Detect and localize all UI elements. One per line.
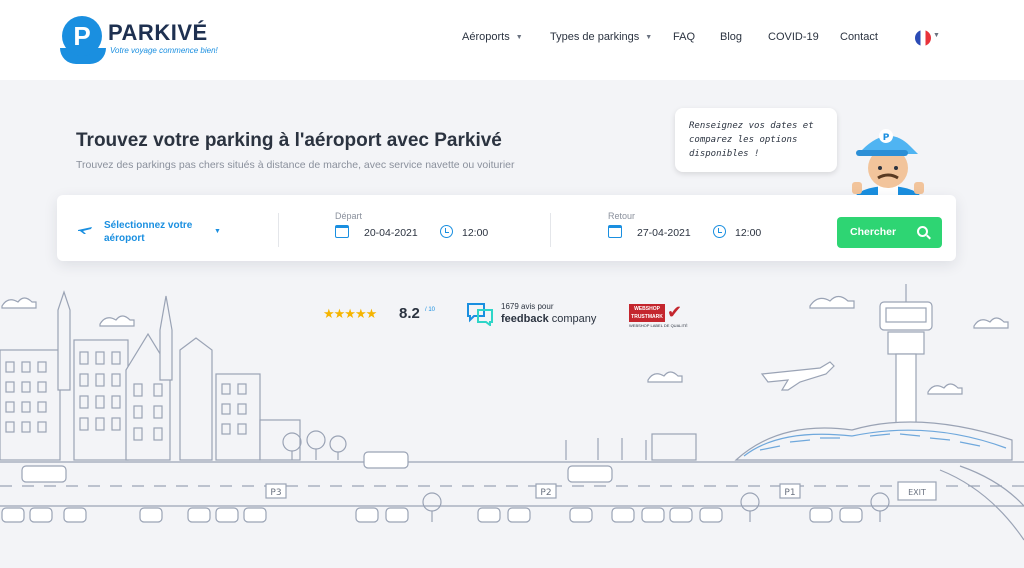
airplane-icon <box>78 227 92 234</box>
departure-time-input[interactable]: 12:00 <box>462 227 488 239</box>
departure-date-input[interactable]: 20-04-2021 <box>364 227 418 239</box>
nav-item-label: Aéroports <box>462 31 510 43</box>
svg-text:P: P <box>883 133 890 143</box>
page-subtitle: Trouvez des parkings pas chers situés à … <box>76 159 515 171</box>
field-divider <box>278 213 279 247</box>
parkive-logo[interactable]: P PARKIVÉ Votre voyage commence bien! <box>58 14 218 70</box>
search-icon <box>917 226 928 237</box>
language-selector[interactable]: ▼ <box>913 28 940 48</box>
return-label: Retour <box>608 211 636 221</box>
brand-tagline: Votre voyage commence bien! <box>110 46 218 55</box>
parking-sign-p2: P2 <box>540 488 551 498</box>
search-button-label: Chercher <box>850 226 897 238</box>
chevron-down-icon: ▼ <box>645 33 653 41</box>
nav-item-label: COVID-19 <box>768 31 819 43</box>
speech-bubble-text: Renseignez vos dates et comparez les opt… <box>689 121 814 159</box>
return-time-input[interactable]: 12:00 <box>735 227 761 239</box>
logo-badge: P <box>62 16 102 56</box>
parking-sign-p3: P3 <box>270 488 281 498</box>
chevron-down-icon: ▼ <box>515 33 523 41</box>
field-divider <box>550 213 551 247</box>
airport-select[interactable]: Sélectionnez votre aéroport <box>104 219 204 245</box>
city-airport-illustration: P3 P2 P1 EXIT <box>0 284 1024 541</box>
nav-item-covid-19[interactable]: COVID-19 <box>768 31 819 43</box>
chevron-down-icon: ▼ <box>933 32 940 39</box>
calendar-icon <box>608 225 622 238</box>
chevron-down-icon: ▼ <box>214 228 221 235</box>
nav-item-faq[interactable]: FAQ <box>673 31 695 43</box>
nav-item-label: Contact <box>840 31 878 43</box>
exit-sign: EXIT <box>908 488 926 497</box>
nav-item-types-de-parkings[interactable]: Types de parkings ▼ <box>550 31 652 43</box>
nav-item-label: FAQ <box>673 31 696 43</box>
nav-item-label: Blog <box>720 31 743 43</box>
clock-icon <box>440 225 453 238</box>
site-header: P PARKIVÉ Votre voyage commence bien! Aé… <box>0 0 1024 76</box>
nav-item-aeroports[interactable]: Aéroports ▼ <box>462 31 523 43</box>
clock-icon <box>713 225 726 238</box>
parking-sign-p1: P1 <box>784 488 795 498</box>
search-button[interactable]: Chercher <box>837 217 942 248</box>
return-date-input[interactable]: 27-04-2021 <box>637 227 691 239</box>
france-flag-icon <box>915 30 931 46</box>
parking-search-form: Sélectionnez votre aéroport ▼ Départ 20-… <box>57 195 956 261</box>
speech-bubble: Renseignez vos dates et comparez les opt… <box>675 108 837 172</box>
brand-name: PARKIVÉ <box>108 20 208 45</box>
nav-item-contact[interactable]: Contact <box>840 31 878 43</box>
nav-item-blog[interactable]: Blog <box>720 31 742 43</box>
departure-label: Départ <box>335 211 363 221</box>
nav-item-label: Types de parkings <box>550 31 640 43</box>
calendar-icon <box>335 225 349 238</box>
page-title: Trouvez votre parking à l'aéroport avec … <box>76 130 502 151</box>
mascot-illustration: P <box>852 129 924 205</box>
